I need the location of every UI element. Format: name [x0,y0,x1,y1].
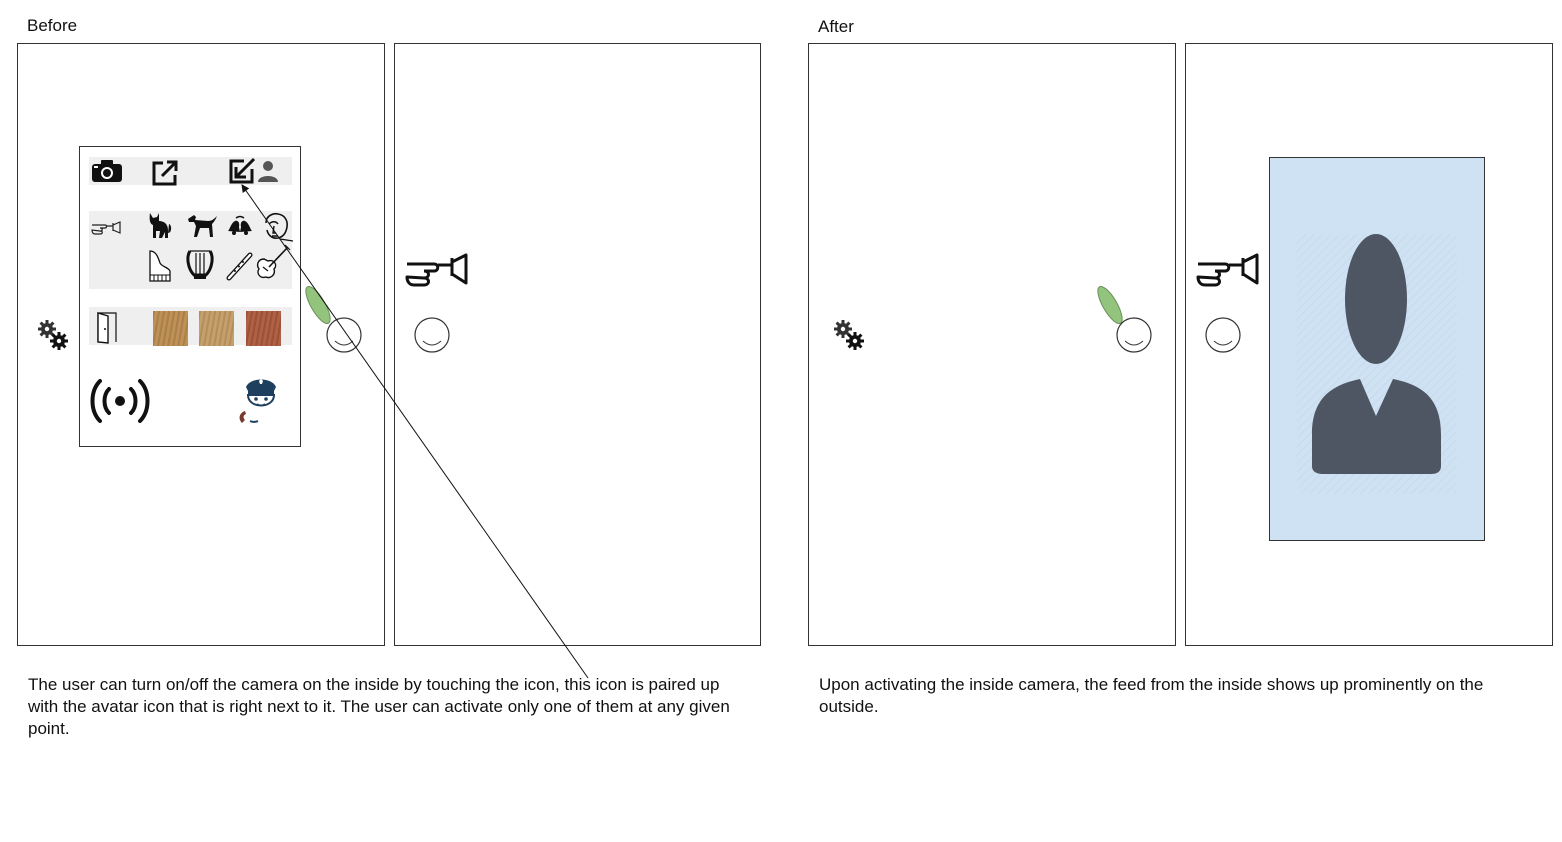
avatar-icon[interactable] [256,159,280,183]
dog-icon[interactable] [186,213,218,239]
bells-icon[interactable] [226,215,254,237]
icon-menu-popup [79,146,301,447]
doorbell-hand-icon[interactable] [91,219,123,237]
doorbell-hand-outside-before[interactable] [404,250,472,292]
person-silhouette-icon [1297,234,1457,494]
wood-texture-medium[interactable] [199,311,234,346]
before-caption: The user can turn on/off the camera on t… [28,675,730,738]
touch-point-outside-before[interactable] [413,316,451,354]
flute-icon[interactable] [226,251,254,281]
before-title: Before [27,16,78,35]
inside-camera-feed [1269,157,1485,541]
broadcast-icon[interactable] [87,375,153,427]
wood-texture-red[interactable] [246,311,281,346]
face-icon[interactable] [260,211,294,243]
cat-icon[interactable] [146,211,172,241]
wood-texture-light[interactable] [153,311,188,346]
doorbell-hand-outside-after[interactable] [1195,250,1263,292]
external-link-icon[interactable] [151,159,179,187]
inside-camera-toggle-icon[interactable] [228,157,256,185]
touch-point-outside-after[interactable] [1204,316,1242,354]
after-title: After [818,17,854,36]
piano-icon[interactable] [146,249,174,283]
violin-icon[interactable] [254,241,294,281]
after-caption: Upon activating the inside camera, the f… [819,675,1484,716]
settings-gears-icon-after[interactable] [832,318,866,352]
door-icon[interactable] [96,310,120,344]
police-call-icon[interactable] [236,375,286,427]
touch-point-inside-after[interactable] [1092,285,1158,355]
settings-gears-icon[interactable] [36,318,70,352]
camera-icon[interactable] [91,159,123,183]
touch-point-inside-before[interactable] [300,285,366,355]
lyre-icon[interactable] [184,247,216,281]
